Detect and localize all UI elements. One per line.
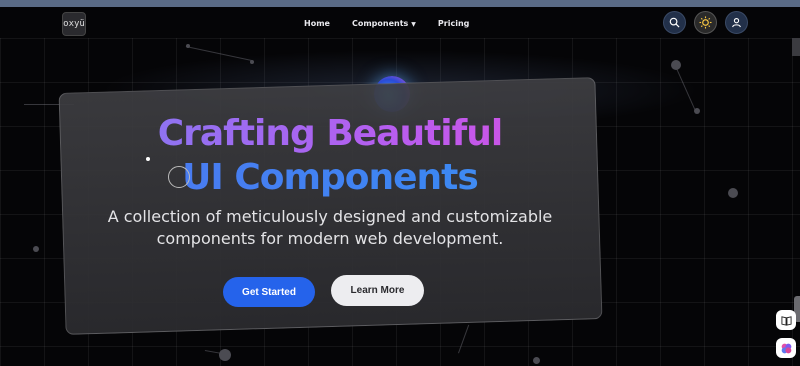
browser-top-strip — [0, 0, 800, 7]
hero-title-line1: Crafting Beautiful — [60, 112, 600, 156]
hero-subtitle-line1: A collection of meticulously designed an… — [107, 207, 553, 226]
network-dot — [533, 357, 540, 364]
network-dot — [671, 60, 681, 70]
brain-icon — [781, 343, 791, 353]
network-dot — [250, 60, 254, 64]
hero-subtitle: A collection of meticulously designed an… — [80, 206, 580, 250]
scrollbar-up[interactable] — [792, 38, 800, 56]
chevron-down-icon: ▼ — [411, 20, 416, 28]
cursor-ring — [168, 166, 190, 188]
account-button[interactable] — [725, 11, 748, 34]
search-button[interactable] — [663, 11, 686, 34]
logo[interactable]: oxyü — [62, 12, 86, 36]
nav-components[interactable]: Components ▼ — [352, 19, 416, 28]
nav-home[interactable]: Home — [304, 19, 330, 28]
sun-icon — [699, 16, 712, 29]
user-icon — [732, 18, 741, 28]
header-icon-group — [663, 11, 748, 34]
network-dot — [694, 108, 700, 114]
hero-title: Crafting Beautiful UI Components — [60, 112, 600, 200]
network-dot — [728, 188, 738, 198]
nav-pricing[interactable]: Pricing — [438, 19, 469, 28]
cursor-dot — [146, 157, 150, 161]
site-header: oxyü Home Components ▼ Pricing — [0, 7, 800, 39]
search-icon — [669, 17, 680, 28]
hero-subtitle-line2: components for modern web development. — [156, 229, 504, 248]
network-dot — [186, 44, 190, 48]
book-icon — [780, 315, 792, 326]
nav-components-label: Components — [351, 18, 409, 28]
theme-toggle-button[interactable] — [694, 11, 717, 34]
ai-side-button[interactable] — [776, 338, 796, 358]
main-nav: Home Components ▼ Pricing — [304, 7, 469, 39]
learn-more-button[interactable]: Learn More — [331, 275, 424, 306]
get-started-button[interactable]: Get Started — [223, 277, 315, 307]
docs-side-button[interactable] — [776, 310, 796, 330]
network-dot — [33, 246, 39, 252]
hero-title-line2: UI Components — [60, 156, 600, 200]
network-dot — [219, 349, 231, 361]
